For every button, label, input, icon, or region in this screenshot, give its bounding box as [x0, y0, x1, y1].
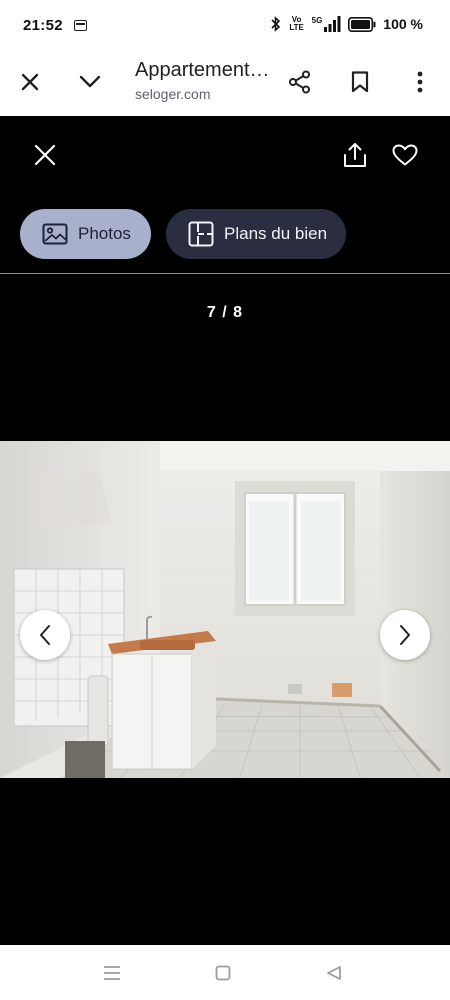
chevron-down-icon[interactable]: [75, 67, 105, 97]
status-bar: 21:52 Vo LTE 5G 100 %: [0, 0, 450, 52]
photo-counter: 7 / 8: [206, 304, 244, 321]
battery-percent: 100 %: [383, 16, 423, 32]
back-icon[interactable]: [322, 961, 346, 985]
image-icon: [42, 221, 68, 247]
network-5g-label: 5G: [311, 16, 323, 25]
close-icon[interactable]: [27, 137, 63, 173]
system-navigation-bar: [0, 945, 450, 1000]
bluetooth-icon: [270, 16, 282, 32]
status-time: 21:52: [23, 17, 63, 34]
heart-icon[interactable]: [387, 137, 423, 173]
status-indicators: Vo LTE 5G 100 %: [270, 16, 423, 32]
upload-share-icon[interactable]: [337, 137, 373, 173]
chevron-right-icon: [400, 625, 410, 645]
bookmark-icon[interactable]: [345, 67, 375, 97]
page-domain: seloger.com: [135, 86, 211, 102]
recent-apps-icon[interactable]: [100, 961, 124, 985]
volte-icon: Vo LTE: [289, 16, 305, 32]
tab-photos[interactable]: Photos: [20, 209, 151, 259]
battery-icon: [348, 16, 376, 32]
calendar-icon: [74, 20, 87, 31]
close-icon[interactable]: [15, 67, 45, 97]
previous-photo-button[interactable]: [20, 610, 70, 660]
tab-plans-du-bien[interactable]: Plans du bien: [166, 209, 346, 259]
tab-plans-label: Plans du bien: [224, 224, 328, 243]
signal-5g-icon: 5G: [312, 16, 342, 32]
volte-label: Vo LTE: [289, 15, 304, 32]
more-vertical-icon[interactable]: [405, 67, 435, 97]
custom-tab-toolbar: Appartement… seloger.com: [0, 52, 450, 116]
home-icon[interactable]: [211, 961, 235, 985]
empty-kitchen-photo[interactable]: [0, 441, 450, 778]
floor-plan-icon: [188, 221, 214, 247]
tab-photos-label: Photos: [78, 224, 131, 243]
divider: [0, 273, 450, 274]
share-icon[interactable]: [285, 67, 315, 97]
photo-gallery: Photos Plans du bien 7 / 8: [0, 116, 450, 945]
next-photo-button[interactable]: [380, 610, 430, 660]
chevron-left-icon: [40, 625, 50, 645]
page-title: Appartement…: [135, 59, 270, 81]
